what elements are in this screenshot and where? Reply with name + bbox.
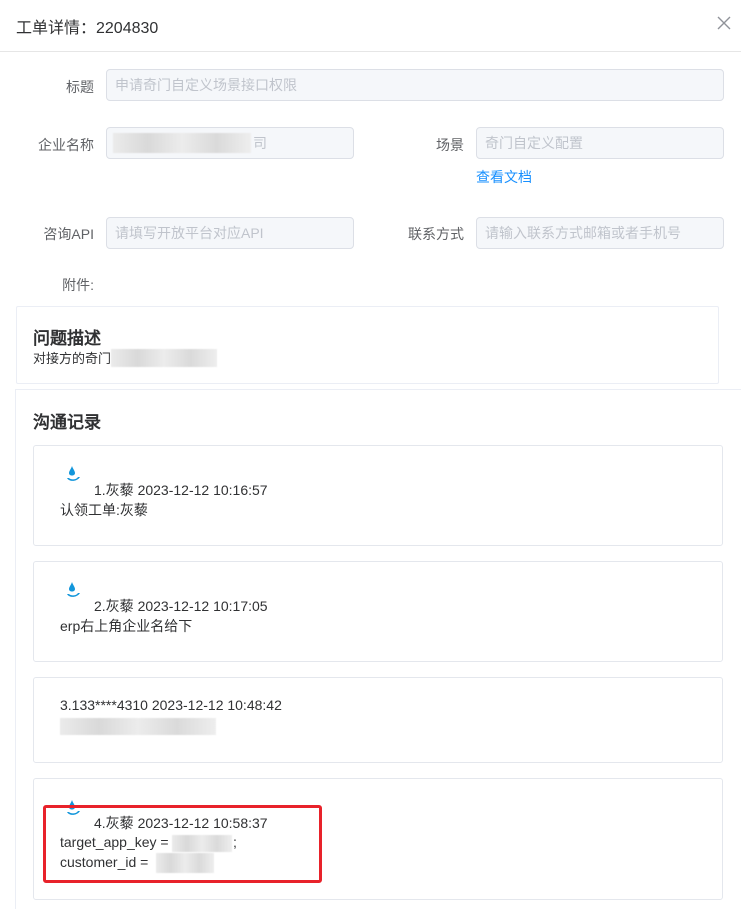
droplet-icon bbox=[67, 582, 80, 597]
communication-record: 3.133****4310 2023-12-12 10:48:42 bbox=[33, 677, 723, 763]
highlight-box bbox=[43, 805, 322, 883]
scene-label: 场景 bbox=[436, 137, 464, 153]
scene-field[interactable]: 奇门自定义配置 bbox=[476, 127, 724, 159]
company-suffix: 司 bbox=[253, 135, 267, 151]
record-body: 认领工单:灰藜 bbox=[60, 502, 148, 518]
droplet-icon bbox=[67, 466, 80, 481]
contact-label: 联系方式 bbox=[408, 226, 464, 242]
attachment-label: 附件: bbox=[62, 277, 94, 293]
record-meta: 2.灰藜 2023-12-12 10:17:05 bbox=[94, 598, 268, 614]
contact-field[interactable]: 请输入联系方式邮箱或者手机号 bbox=[476, 217, 724, 249]
api-field[interactable]: 请填写开放平台对应API bbox=[106, 217, 354, 249]
record-body: erp右上角企业名给下 bbox=[60, 618, 193, 634]
dialog-title: 工单详情：2204830 bbox=[16, 20, 159, 37]
record-meta: 1.灰藜 2023-12-12 10:16:57 bbox=[94, 482, 268, 498]
description-title: 问题描述 bbox=[33, 329, 101, 348]
company-label: 企业名称 bbox=[38, 137, 94, 153]
redacted-text bbox=[113, 133, 251, 153]
communication-record: 1.灰藜 2023-12-12 10:16:57 认领工单:灰藜 bbox=[33, 445, 723, 546]
title-field[interactable]: 申请奇门自定义场景接口权限 bbox=[106, 69, 724, 101]
description-text: 对接方的奇门 bbox=[33, 351, 112, 366]
view-docs-link[interactable]: 查看文档 bbox=[476, 167, 532, 187]
dialog-header: 工单详情：2204830 bbox=[0, 0, 741, 52]
redacted-text bbox=[60, 718, 216, 735]
title-label: 标题 bbox=[66, 79, 94, 95]
communication-record: 2.灰藜 2023-12-12 10:17:05 erp右上角企业名给下 bbox=[33, 561, 723, 662]
close-icon[interactable] bbox=[717, 16, 735, 34]
api-label: 咨询API bbox=[43, 226, 94, 242]
communication-title: 沟通记录 bbox=[33, 413, 101, 432]
record-meta: 3.133****4310 2023-12-12 10:48:42 bbox=[60, 697, 282, 713]
description-card: 问题描述 对接方的奇门 bbox=[16, 306, 719, 384]
company-field[interactable]: 司 bbox=[106, 127, 354, 159]
redacted-text bbox=[111, 349, 217, 367]
